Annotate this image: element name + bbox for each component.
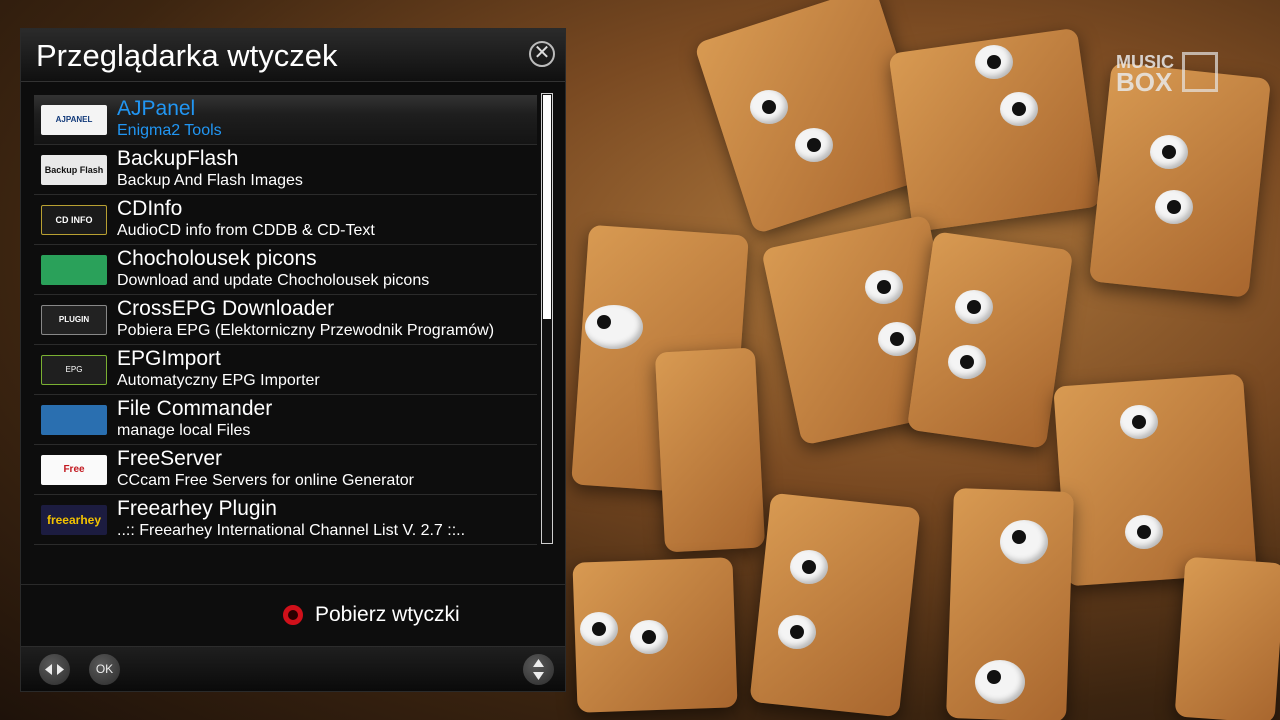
scrollbar-thumb[interactable] xyxy=(543,95,551,319)
plugin-name: EPGImport xyxy=(117,347,221,370)
plugin-name: AJPanel xyxy=(117,97,196,120)
plugin-row[interactable]: CD INFO CDInfo AudioCD info from CDDB & CD… xyxy=(34,195,537,245)
plugin-description: Download and update Chocholousek picons xyxy=(117,272,430,289)
plugin-description: AudioCD info from CDDB & CD-Text xyxy=(117,222,375,239)
plugin-row[interactable]: freearhey Freearhey Plugin..:: Freearhey … xyxy=(34,495,537,545)
channel-logo: MUSIC BOX xyxy=(1116,52,1218,97)
close-icon[interactable]: ✕ xyxy=(529,41,555,67)
plugin-description: Pobiera EPG (Elektorniczny Przewodnik Pr… xyxy=(117,322,495,339)
plugin-icon-text: freearhey xyxy=(46,513,102,527)
plugin-description: manage local Files xyxy=(117,422,251,439)
plugin-icon-text: AJPANEL xyxy=(55,115,93,124)
title-bar: Przeglądarka wtyczek ✕ xyxy=(21,29,565,82)
channel-logo-line2: BOX xyxy=(1116,67,1173,97)
plugin-description: ..:: Freearhey International Channel Lis… xyxy=(117,522,466,539)
backupflash-icon: Backup Flash xyxy=(41,155,107,185)
plugin-name: CDInfo xyxy=(117,197,183,220)
file-commander-icon xyxy=(41,405,107,435)
plugin-browser-window: Przeglądarka wtyczek ✕ AJPANEL AJPanel Eni… xyxy=(20,28,566,692)
red-button-icon xyxy=(283,605,303,625)
up-down-arrows-icon[interactable] xyxy=(523,654,554,685)
plugin-name: BackupFlash xyxy=(117,147,239,170)
plugin-row[interactable]: Free FreeServer CCcam Free Servers for onl… xyxy=(34,445,537,495)
plugin-name: CrossEPG Downloader xyxy=(117,297,335,320)
plugin-row[interactable]: PLUGIN CrossEPG Downloader Pobiera EPG (El… xyxy=(34,295,537,345)
ok-button[interactable]: OK xyxy=(89,654,120,685)
plugin-icon-text: EPG xyxy=(65,365,83,374)
plugin-row[interactable]: File Commander manage local Files xyxy=(34,395,537,445)
plugin-description: Backup And Flash Images xyxy=(117,172,303,189)
plugin-name: Freearhey Plugin xyxy=(117,497,277,520)
plugin-icon-text: PLUGIN xyxy=(58,315,90,324)
plugin-icon-text: Backup Flash xyxy=(44,165,104,175)
footer-bar: OK xyxy=(21,646,565,691)
plugin-description: Automatyczny EPG Importer xyxy=(117,372,320,389)
plugin-name: Chocholousek picons xyxy=(117,247,317,270)
freeserver-icon: Free xyxy=(41,455,107,485)
plugin-name: FreeServer xyxy=(117,447,223,470)
download-plugins-label: Pobierz wtyczki xyxy=(315,603,460,626)
plugin-description: CCcam Free Servers for online Generator xyxy=(117,472,414,489)
cdinfo-icon: CD INFO xyxy=(41,205,107,235)
plugin-row[interactable]: AJPANEL AJPanel Enigma2 Tools xyxy=(34,95,537,145)
plugin-description: Enigma2 Tools xyxy=(117,122,222,139)
ajpanel-icon: AJPANEL xyxy=(41,105,107,135)
scrollbar[interactable] xyxy=(541,93,553,544)
plugin-icon-text: Free xyxy=(63,464,85,475)
plugin-row[interactable]: EPG EPGImport Automatyczny EPG Importer xyxy=(34,345,537,395)
divider xyxy=(21,584,565,585)
plugin-list[interactable]: AJPANEL AJPanel Enigma2 Tools Backup Flash B… xyxy=(34,95,537,545)
epgimport-icon: EPG xyxy=(41,355,107,385)
picons-tv-icon xyxy=(41,255,107,285)
plugin-row[interactable]: Backup Flash BackupFlash Backup And Flash … xyxy=(34,145,537,195)
freearhey-icon: freearhey xyxy=(41,505,107,535)
plugin-row[interactable]: Chocholousek picons Download and update C… xyxy=(34,245,537,295)
crossepg-icon: PLUGIN xyxy=(41,305,107,335)
plugin-name: File Commander xyxy=(117,397,273,420)
download-plugins-button[interactable]: Pobierz wtyczki xyxy=(283,603,460,627)
window-title: Przeglądarka wtyczek xyxy=(36,38,338,73)
plugin-icon-text: CD INFO xyxy=(55,215,93,225)
channel-logo-mark xyxy=(1182,52,1218,92)
left-right-arrows-icon[interactable] xyxy=(39,654,70,685)
